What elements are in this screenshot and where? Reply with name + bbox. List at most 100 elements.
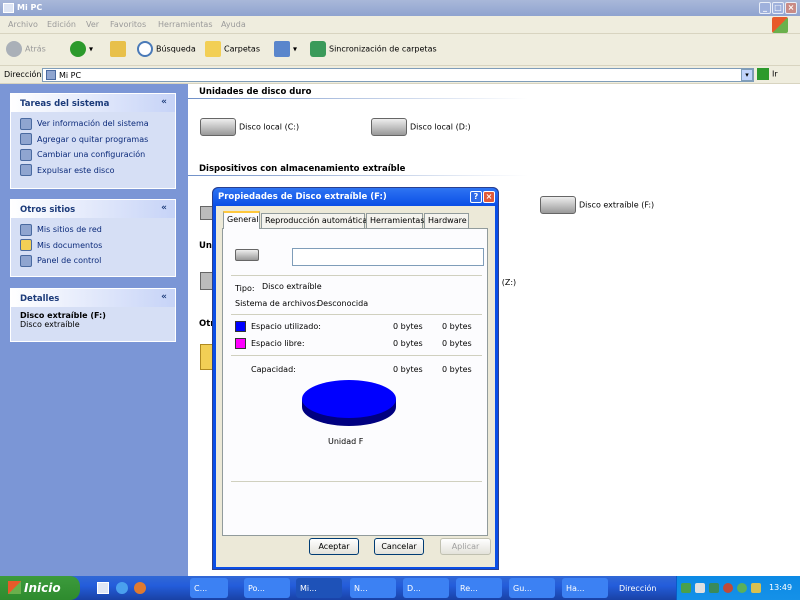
capacity-size: 0 bytes: [442, 365, 472, 374]
up-folder-button[interactable]: [110, 41, 129, 59]
tray-icon[interactable]: [709, 583, 719, 593]
search-icon: [137, 41, 153, 57]
place-control-panel[interactable]: Panel de control: [20, 253, 166, 269]
drive-z-partial[interactable]: ' (Z:): [497, 278, 516, 287]
tab-autoplay[interactable]: Reproducción automática: [261, 213, 367, 228]
minimize-button[interactable]: _: [759, 2, 771, 14]
folder-icon: [205, 41, 221, 57]
window-titlebar: Mi PC _ □ ×: [0, 0, 800, 16]
dialog-close-button[interactable]: ×: [483, 191, 495, 203]
details-header[interactable]: Detalles «: [11, 289, 175, 307]
separator: [231, 481, 482, 482]
maximize-button[interactable]: □: [772, 2, 784, 14]
other-places-header[interactable]: Otros sitios «: [11, 200, 175, 218]
details-type: Disco extraíble: [20, 320, 80, 329]
go-button[interactable]: Ir: [757, 68, 778, 80]
general-tab-panel: Tipo: Disco extraíble Sistema de archivo…: [222, 228, 488, 536]
place-network[interactable]: Mis sitios de red: [20, 222, 166, 238]
quicklaunch-ie-icon[interactable]: [116, 582, 128, 594]
system-tray: 13:49: [676, 576, 800, 600]
type-value: Disco extraíble: [262, 282, 322, 291]
help-button[interactable]: ?: [470, 191, 482, 203]
tab-tools[interactable]: Herramientas: [366, 213, 425, 228]
task-change-setting[interactable]: Cambiar una configuración: [20, 147, 166, 163]
dialog-titlebar: Propiedades de Disco extraíble (F:) ? ×: [213, 188, 498, 206]
dialog-title: Propiedades de Disco extraíble (F:): [218, 192, 387, 202]
menu-ver[interactable]: Ver: [86, 20, 99, 29]
tab-general[interactable]: General: [223, 211, 260, 229]
volume-name-input[interactable]: [292, 248, 484, 266]
collapse-chevron-icon[interactable]: «: [161, 97, 167, 107]
capacity-label: Capacidad:: [251, 365, 296, 374]
taskbar-item-ha[interactable]: Ha...: [562, 578, 608, 598]
type-label: Tipo:: [235, 284, 255, 293]
drive-d[interactable]: Disco local (D:): [371, 118, 471, 136]
address-label: Dirección: [4, 70, 42, 79]
ok-button[interactable]: Aceptar: [309, 538, 359, 555]
drive-f[interactable]: Disco extraíble (F:): [540, 196, 654, 214]
network-icon: [20, 223, 32, 236]
system-tasks-panel: Tareas del sistema « Ver información del …: [10, 93, 176, 189]
collapse-chevron-icon[interactable]: «: [161, 203, 167, 213]
computer-icon: [46, 70, 56, 80]
tray-icon[interactable]: [723, 583, 733, 593]
views-button[interactable]: ▾: [274, 41, 297, 59]
menu-favoritos[interactable]: Favoritos: [110, 20, 146, 29]
properties-dialog: Propiedades de Disco extraíble (F:) ? × …: [212, 187, 499, 570]
task-pane: Tareas del sistema « Ver información del …: [0, 84, 188, 576]
tab-hardware[interactable]: Hardware: [424, 213, 469, 228]
search-button[interactable]: Búsqueda: [137, 41, 196, 59]
free-space-bytes: 0 bytes: [393, 339, 423, 348]
drive-c[interactable]: Disco local (C:): [200, 118, 299, 136]
tray-icon[interactable]: [751, 583, 761, 593]
forward-button[interactable]: ▾: [70, 41, 93, 59]
collapse-chevron-icon[interactable]: «: [161, 292, 167, 302]
task-view-system-info[interactable]: Ver información del sistema: [20, 116, 166, 132]
clock[interactable]: 13:49: [769, 583, 792, 592]
windows-logo-icon: [772, 17, 788, 33]
menu-herramientas[interactable]: Herramientas: [158, 20, 213, 29]
system-tasks-header[interactable]: Tareas del sistema «: [11, 94, 175, 112]
address-value: Mi PC: [59, 71, 82, 80]
tray-icon[interactable]: [737, 583, 747, 593]
used-space-size: 0 bytes: [442, 322, 472, 331]
tray-icon[interactable]: [681, 583, 691, 593]
separator: [231, 314, 482, 315]
task-add-remove-programs[interactable]: Agregar o quitar programas: [20, 132, 166, 148]
hard-drive-icon: [200, 118, 236, 136]
place-documents[interactable]: Mis documentos: [20, 238, 166, 254]
taskbar-item-gu[interactable]: Gu...: [509, 578, 555, 598]
taskbar-item-d[interactable]: D...: [403, 578, 449, 598]
section-divider: [188, 175, 528, 176]
folders-button[interactable]: Carpetas: [205, 41, 260, 59]
dialog-body: General Reproducción automática Herramie…: [216, 206, 495, 567]
taskbar-item-re[interactable]: Re...: [456, 578, 502, 598]
cancel-button[interactable]: Cancelar: [374, 538, 424, 555]
control-panel-icon: [20, 148, 32, 161]
taskbar-item-address[interactable]: Dirección: [615, 578, 673, 598]
menu-ayuda[interactable]: Ayuda: [221, 20, 246, 29]
address-bar: Dirección Mi PC ▾ Ir: [0, 66, 800, 84]
task-eject-disk[interactable]: Expulsar este disco: [20, 163, 166, 179]
tray-icon[interactable]: [695, 583, 705, 593]
taskbar-item-po[interactable]: Po...: [244, 578, 290, 598]
address-dropdown-button[interactable]: ▾: [741, 69, 753, 81]
menu-edicion[interactable]: Edición: [47, 20, 76, 29]
drive-caption: Unidad F: [328, 437, 364, 446]
menu-archivo[interactable]: Archivo: [8, 20, 38, 29]
quicklaunch-firefox-icon[interactable]: [134, 582, 146, 594]
back-button[interactable]: Atrás: [6, 41, 46, 59]
taskbar-item-n[interactable]: N...: [350, 578, 396, 598]
taskbar-item-mipc[interactable]: Mi...: [296, 578, 342, 598]
quicklaunch-desktop-icon[interactable]: [97, 582, 109, 594]
taskbar-item-folder[interactable]: C...: [190, 578, 228, 598]
sync-folders-button[interactable]: Sincronización de carpetas: [310, 41, 437, 59]
free-space-size: 0 bytes: [442, 339, 472, 348]
menu-bar: Archivo Edición Ver Favoritos Herramient…: [0, 16, 800, 34]
apply-button[interactable]: Aplicar: [440, 538, 491, 555]
close-button[interactable]: ×: [785, 2, 797, 14]
other-places-panel: Otros sitios « Mis sitios de red Mis docu…: [10, 199, 176, 277]
documents-icon: [20, 239, 32, 252]
address-field[interactable]: Mi PC: [42, 68, 754, 82]
start-button[interactable]: Inicio: [0, 576, 80, 600]
